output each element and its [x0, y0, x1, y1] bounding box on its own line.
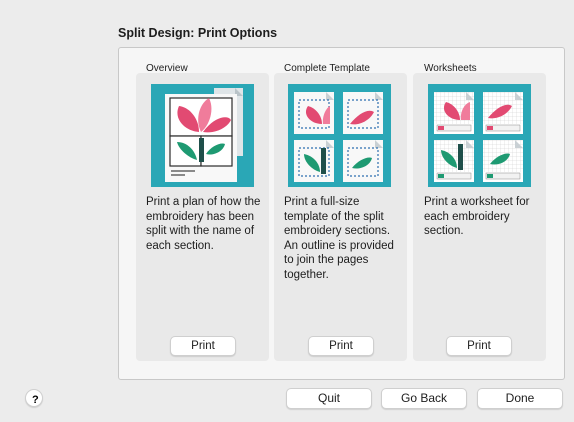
panel-template-label: Complete Template [284, 63, 370, 74]
go-back-button[interactable]: Go Back [381, 388, 467, 409]
worksheets-thumbnail-icon [428, 84, 531, 187]
print-overview-button[interactable]: Print [170, 336, 236, 356]
print-worksheets-button[interactable]: Print [446, 336, 512, 356]
panel-template-description: Print a full-size template of the split … [284, 196, 394, 281]
print-template-button[interactable]: Print [308, 336, 374, 356]
template-thumbnail-icon [288, 84, 391, 187]
done-button[interactable]: Done [477, 388, 563, 409]
overview-thumbnail-icon [151, 84, 254, 187]
panel-overview-description: Print a plan of how the embroidery has b… [146, 196, 261, 252]
help-button[interactable]: ? [25, 389, 43, 407]
panel-worksheets-description: Print a worksheet for each embroidery se… [424, 196, 530, 237]
print-options-window: Split Design: Print Options Overview Pri… [0, 0, 574, 422]
dialog-title: Split Design: Print Options [118, 26, 278, 40]
panel-worksheets-label: Worksheets [424, 63, 477, 74]
panel-overview-label: Overview [146, 63, 188, 74]
quit-button[interactable]: Quit [286, 388, 372, 409]
